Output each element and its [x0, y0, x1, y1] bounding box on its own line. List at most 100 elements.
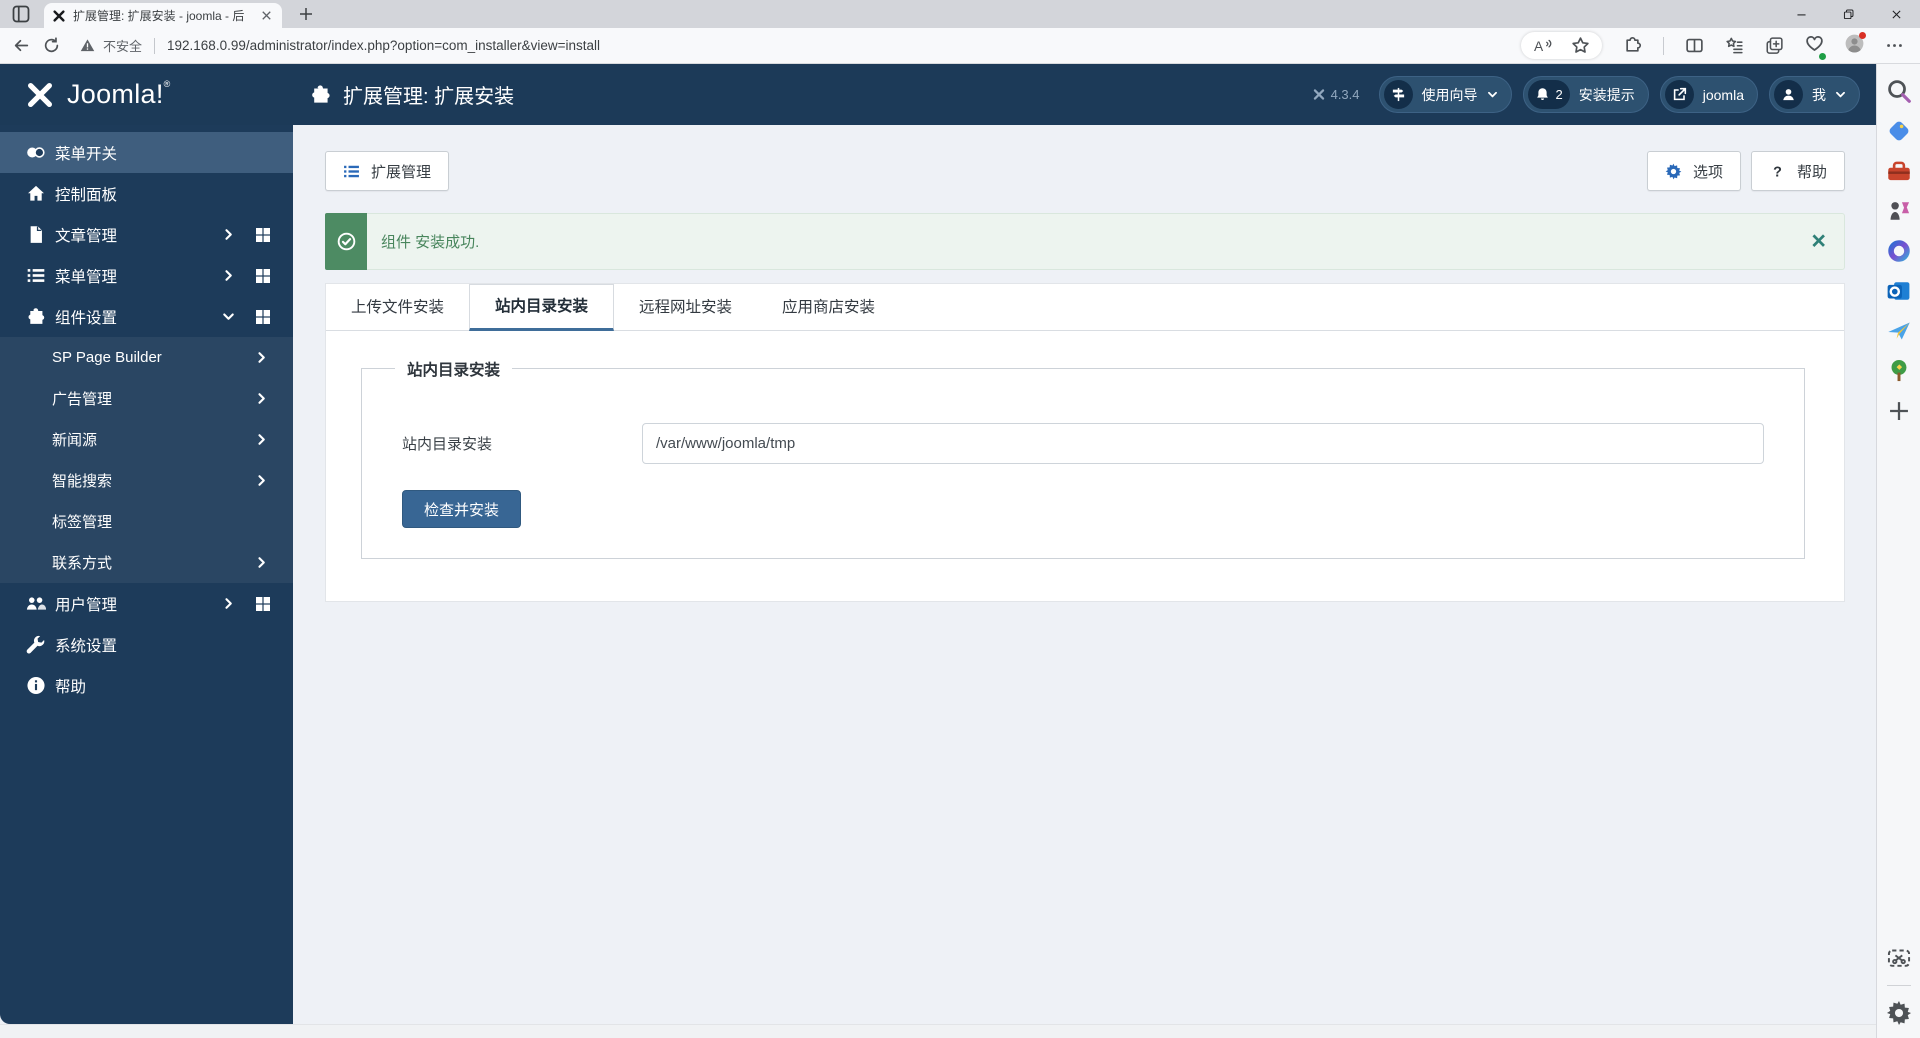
- tab-远程网址安装[interactable]: 远程网址安装: [614, 284, 757, 330]
- tab-title: 扩展管理: 扩展安装 - joomla - 后: [73, 9, 245, 23]
- tree-icon[interactable]: [1886, 358, 1912, 384]
- gear-icon: [1665, 163, 1682, 180]
- header-pill-external-link[interactable]: joomla: [1659, 76, 1758, 113]
- header-pill-bell[interactable]: 2 安装提示: [1522, 76, 1649, 113]
- version-label: 4.3.4: [1330, 87, 1360, 102]
- minimize-window-button[interactable]: [1778, 0, 1825, 28]
- tab-actions-icon[interactable]: [10, 4, 32, 24]
- puzzle-icon: [26, 307, 46, 326]
- tab-close-icon[interactable]: [259, 8, 274, 23]
- joomla-version-icon: [1312, 88, 1326, 101]
- microsoft-loop-icon[interactable]: [1886, 238, 1912, 264]
- bell-iconbox: 2: [1527, 80, 1570, 109]
- header-pill-signpost[interactable]: 使用向导: [1378, 76, 1512, 113]
- sidebar-item-label: 控制面板: [55, 186, 118, 204]
- chev-right-icon[interactable]: [222, 597, 235, 610]
- url-text[interactable]: 192.168.0.99/administrator/index.php?opt…: [167, 38, 600, 53]
- grid-icon[interactable]: [255, 268, 271, 284]
- star-icon[interactable]: [1571, 36, 1590, 55]
- chev-right-icon[interactable]: [255, 474, 268, 487]
- page-title: 扩展管理: 扩展安装: [343, 86, 515, 108]
- sidebar-item-联系方式[interactable]: 联系方式: [0, 542, 293, 583]
- chev-right-icon[interactable]: [255, 351, 268, 364]
- sidebar-item-系统设置[interactable]: 系统设置: [0, 624, 293, 665]
- restore-window-button[interactable]: [1825, 0, 1872, 28]
- chev-right-icon[interactable]: [222, 228, 235, 241]
- svg-text:?: ?: [1773, 164, 1782, 180]
- grid-icon[interactable]: [255, 227, 271, 243]
- settings-icon[interactable]: [1886, 1000, 1912, 1026]
- games-icon[interactable]: [1886, 198, 1912, 224]
- split-screen-icon[interactable]: [1685, 36, 1704, 55]
- chip-divider: [154, 37, 156, 54]
- alert-close-icon[interactable]: ×: [1811, 229, 1826, 254]
- screenshot-icon[interactable]: [1886, 945, 1912, 971]
- browser-titlebar: 扩展管理: 扩展安装 - joomla - 后: [0, 0, 1920, 28]
- install-directory-input[interactable]: [642, 423, 1764, 464]
- browser-essentials[interactable]: [1805, 34, 1826, 60]
- sidebar-item-文章管理[interactable]: 文章管理: [0, 214, 293, 255]
- sidebar-item-帮助[interactable]: 帮助: [0, 665, 293, 706]
- question-icon: ?: [1769, 163, 1786, 180]
- drop-icon[interactable]: [1886, 318, 1912, 344]
- joomla-favicon-icon: [52, 9, 66, 23]
- toolbar-divider: [1663, 36, 1664, 55]
- sidebar-item-label: 联系方式: [52, 555, 113, 572]
- sidebar-item-标签管理[interactable]: 标签管理: [0, 501, 293, 542]
- more-icon[interactable]: [1885, 36, 1904, 55]
- header-pill-person[interactable]: 我: [1769, 76, 1860, 113]
- chev-right-icon[interactable]: [255, 392, 268, 405]
- sidebar-item-菜单开关[interactable]: 菜单开关: [0, 132, 293, 173]
- shopping-icon[interactable]: [1886, 118, 1912, 144]
- sidebar-item-label: 帮助: [55, 678, 87, 696]
- bottom-strip: [0, 1024, 1876, 1038]
- svg-text:A: A: [1534, 39, 1544, 54]
- extensions-icon[interactable]: [1623, 36, 1642, 55]
- chev-right-icon[interactable]: [255, 556, 268, 569]
- sidebar-item-新闻源[interactable]: 新闻源: [0, 419, 293, 460]
- outlook-icon[interactable]: [1886, 278, 1912, 304]
- grid-icon[interactable]: [255, 596, 271, 612]
- sidebar-item-label: 新闻源: [52, 432, 98, 449]
- tab-应用商店安装[interactable]: 应用商店安装: [757, 284, 900, 330]
- chev-right-icon[interactable]: [255, 433, 268, 446]
- sidebar-item-控制面板[interactable]: 控制面板: [0, 173, 293, 214]
- chev-down-icon[interactable]: [222, 310, 235, 323]
- browser-tab[interactable]: 扩展管理: 扩展安装 - joomla - 后: [44, 3, 282, 28]
- add-icon[interactable]: [1886, 398, 1912, 424]
- check-and-install-button[interactable]: 检查并安装: [402, 490, 522, 528]
- help-button[interactable]: ? 帮助: [1750, 151, 1845, 191]
- sidebar-item-组件设置[interactable]: 组件设置: [0, 296, 293, 337]
- extensions-manager-label: 扩展管理: [371, 163, 432, 181]
- collections-icon[interactable]: [1765, 36, 1784, 55]
- security-chip[interactable]: 不安全: [80, 36, 142, 55]
- logo-reg: ®: [163, 79, 171, 89]
- pill-label: 安装提示: [1578, 86, 1635, 103]
- sidebar-item-label: 菜单开关: [55, 145, 118, 163]
- close-window-button[interactable]: [1873, 0, 1920, 28]
- bell-icon: [1535, 87, 1550, 102]
- sidebar-item-菜单管理[interactable]: 菜单管理: [0, 255, 293, 296]
- extensions-manager-button[interactable]: 扩展管理: [325, 151, 450, 191]
- back-icon[interactable]: [13, 37, 30, 54]
- refresh-icon[interactable]: [43, 37, 60, 54]
- sidebar-item-SP Page Builder[interactable]: SP Page Builder: [0, 337, 293, 378]
- sidebar-item-label: 文章管理: [55, 227, 118, 245]
- notification-count-badge: 2: [1555, 87, 1563, 102]
- tab-站内目录安装[interactable]: 站内目录安装: [469, 284, 615, 331]
- tab-上传文件安装[interactable]: 上传文件安装: [326, 284, 469, 330]
- read-aloud-icon[interactable]: A: [1533, 36, 1552, 55]
- options-button[interactable]: 选项: [1646, 151, 1741, 191]
- favorites-icon[interactable]: [1725, 36, 1744, 55]
- profile[interactable]: [1845, 31, 1866, 58]
- browser-essentials-icon[interactable]: [1805, 34, 1824, 53]
- signpost-iconbox: [1383, 80, 1413, 109]
- sidebar-item-用户管理[interactable]: 用户管理: [0, 583, 293, 624]
- toolbox-icon[interactable]: [1886, 158, 1912, 184]
- grid-icon[interactable]: [255, 309, 271, 325]
- sidebar-item-智能搜索[interactable]: 智能搜索: [0, 460, 293, 501]
- chev-right-icon[interactable]: [222, 269, 235, 282]
- search-icon[interactable]: [1886, 78, 1912, 104]
- new-tab-icon[interactable]: [298, 6, 314, 22]
- sidebar-item-广告管理[interactable]: 广告管理: [0, 378, 293, 419]
